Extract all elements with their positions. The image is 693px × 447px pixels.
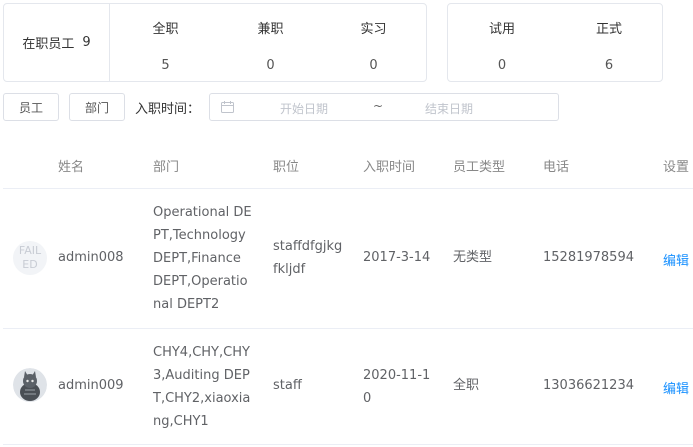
employee-type: 全职 — [453, 378, 480, 393]
start-date-input[interactable]: 开始日期 — [280, 100, 328, 117]
department-filter-button[interactable]: 部门 — [69, 93, 125, 121]
stat-parttime: 兼职 0 — [218, 4, 323, 81]
stat-value: 5 — [161, 58, 170, 73]
employee-phone: 15281978594 — [543, 250, 634, 265]
employee-type: 无类型 — [453, 250, 493, 265]
stat-label: 试用 — [488, 22, 515, 37]
employee-department: Operational DEPT,Technology DEPT,Finance… — [153, 205, 252, 312]
column-header-hire-date[interactable]: 入职时间 — [363, 156, 415, 175]
divider — [3, 328, 693, 329]
column-header-name[interactable]: 姓名 — [58, 156, 84, 175]
column-header-settings: 设置 — [663, 160, 690, 175]
hire-time-label: 入职时间： — [135, 102, 201, 117]
stat-value: 6 — [604, 58, 614, 73]
stat-label: 正式 — [595, 22, 622, 37]
column-header-phone[interactable]: 电话 — [543, 156, 569, 175]
employee-phone: 13036621234 — [543, 378, 634, 393]
hire-date-range-picker[interactable]: 开始日期 ~ 结束日期 — [209, 93, 559, 121]
cat-avatar-image — [13, 368, 47, 402]
stat-label: 实习 — [360, 22, 387, 37]
employee-position: staff — [273, 378, 302, 393]
employee-hire-date: 2017-3-14 — [363, 250, 431, 265]
stat-probation: 试用 0 — [448, 4, 556, 81]
employee-position: staffdfgjkgfkljdf — [273, 239, 343, 277]
employee-hire-date: 2020-11-10 — [363, 368, 431, 406]
stat-value: 0 — [369, 58, 378, 73]
stat-intern: 实习 0 — [321, 4, 426, 81]
divider — [3, 444, 693, 445]
column-header-employee-type[interactable]: 员工类型 — [453, 156, 505, 175]
total-employees-label: 在职员工 — [22, 37, 75, 52]
edit-link[interactable]: 编辑 — [663, 378, 689, 397]
employee-status-card: 试用 0 正式 6 — [447, 3, 663, 82]
range-separator: ~ — [373, 99, 384, 113]
end-date-input[interactable]: 结束日期 — [425, 100, 473, 117]
employee-summary-card: 在职员工 9 全职 5 兼职 0 实习 0 — [3, 3, 427, 82]
divider — [3, 188, 693, 189]
total-employees: 在职员工 9 — [4, 4, 110, 81]
employee-filter-button[interactable]: 员工 — [3, 93, 59, 121]
employee-department: CHY4,CHY,CHY3,Auditing DEPT,CHY2,xiaoxia… — [153, 345, 251, 429]
stat-regular: 正式 6 — [555, 4, 663, 81]
column-header-department[interactable]: 部门 — [153, 156, 179, 175]
employee-name: admin009 — [58, 378, 124, 393]
column-header-position[interactable]: 职位 — [273, 156, 299, 175]
stat-fulltime: 全职 5 — [113, 4, 218, 81]
calendar-icon — [221, 101, 234, 113]
avatar — [13, 368, 47, 402]
total-employees-value: 9 — [82, 35, 91, 50]
stat-value: 0 — [497, 58, 507, 73]
stat-value: 0 — [266, 58, 275, 73]
avatar: FAIL ED — [13, 241, 47, 275]
edit-link[interactable]: 编辑 — [663, 250, 689, 269]
stat-label: 全职 — [152, 22, 179, 37]
employee-name: admin008 — [58, 250, 124, 265]
stat-label: 兼职 — [257, 22, 284, 37]
